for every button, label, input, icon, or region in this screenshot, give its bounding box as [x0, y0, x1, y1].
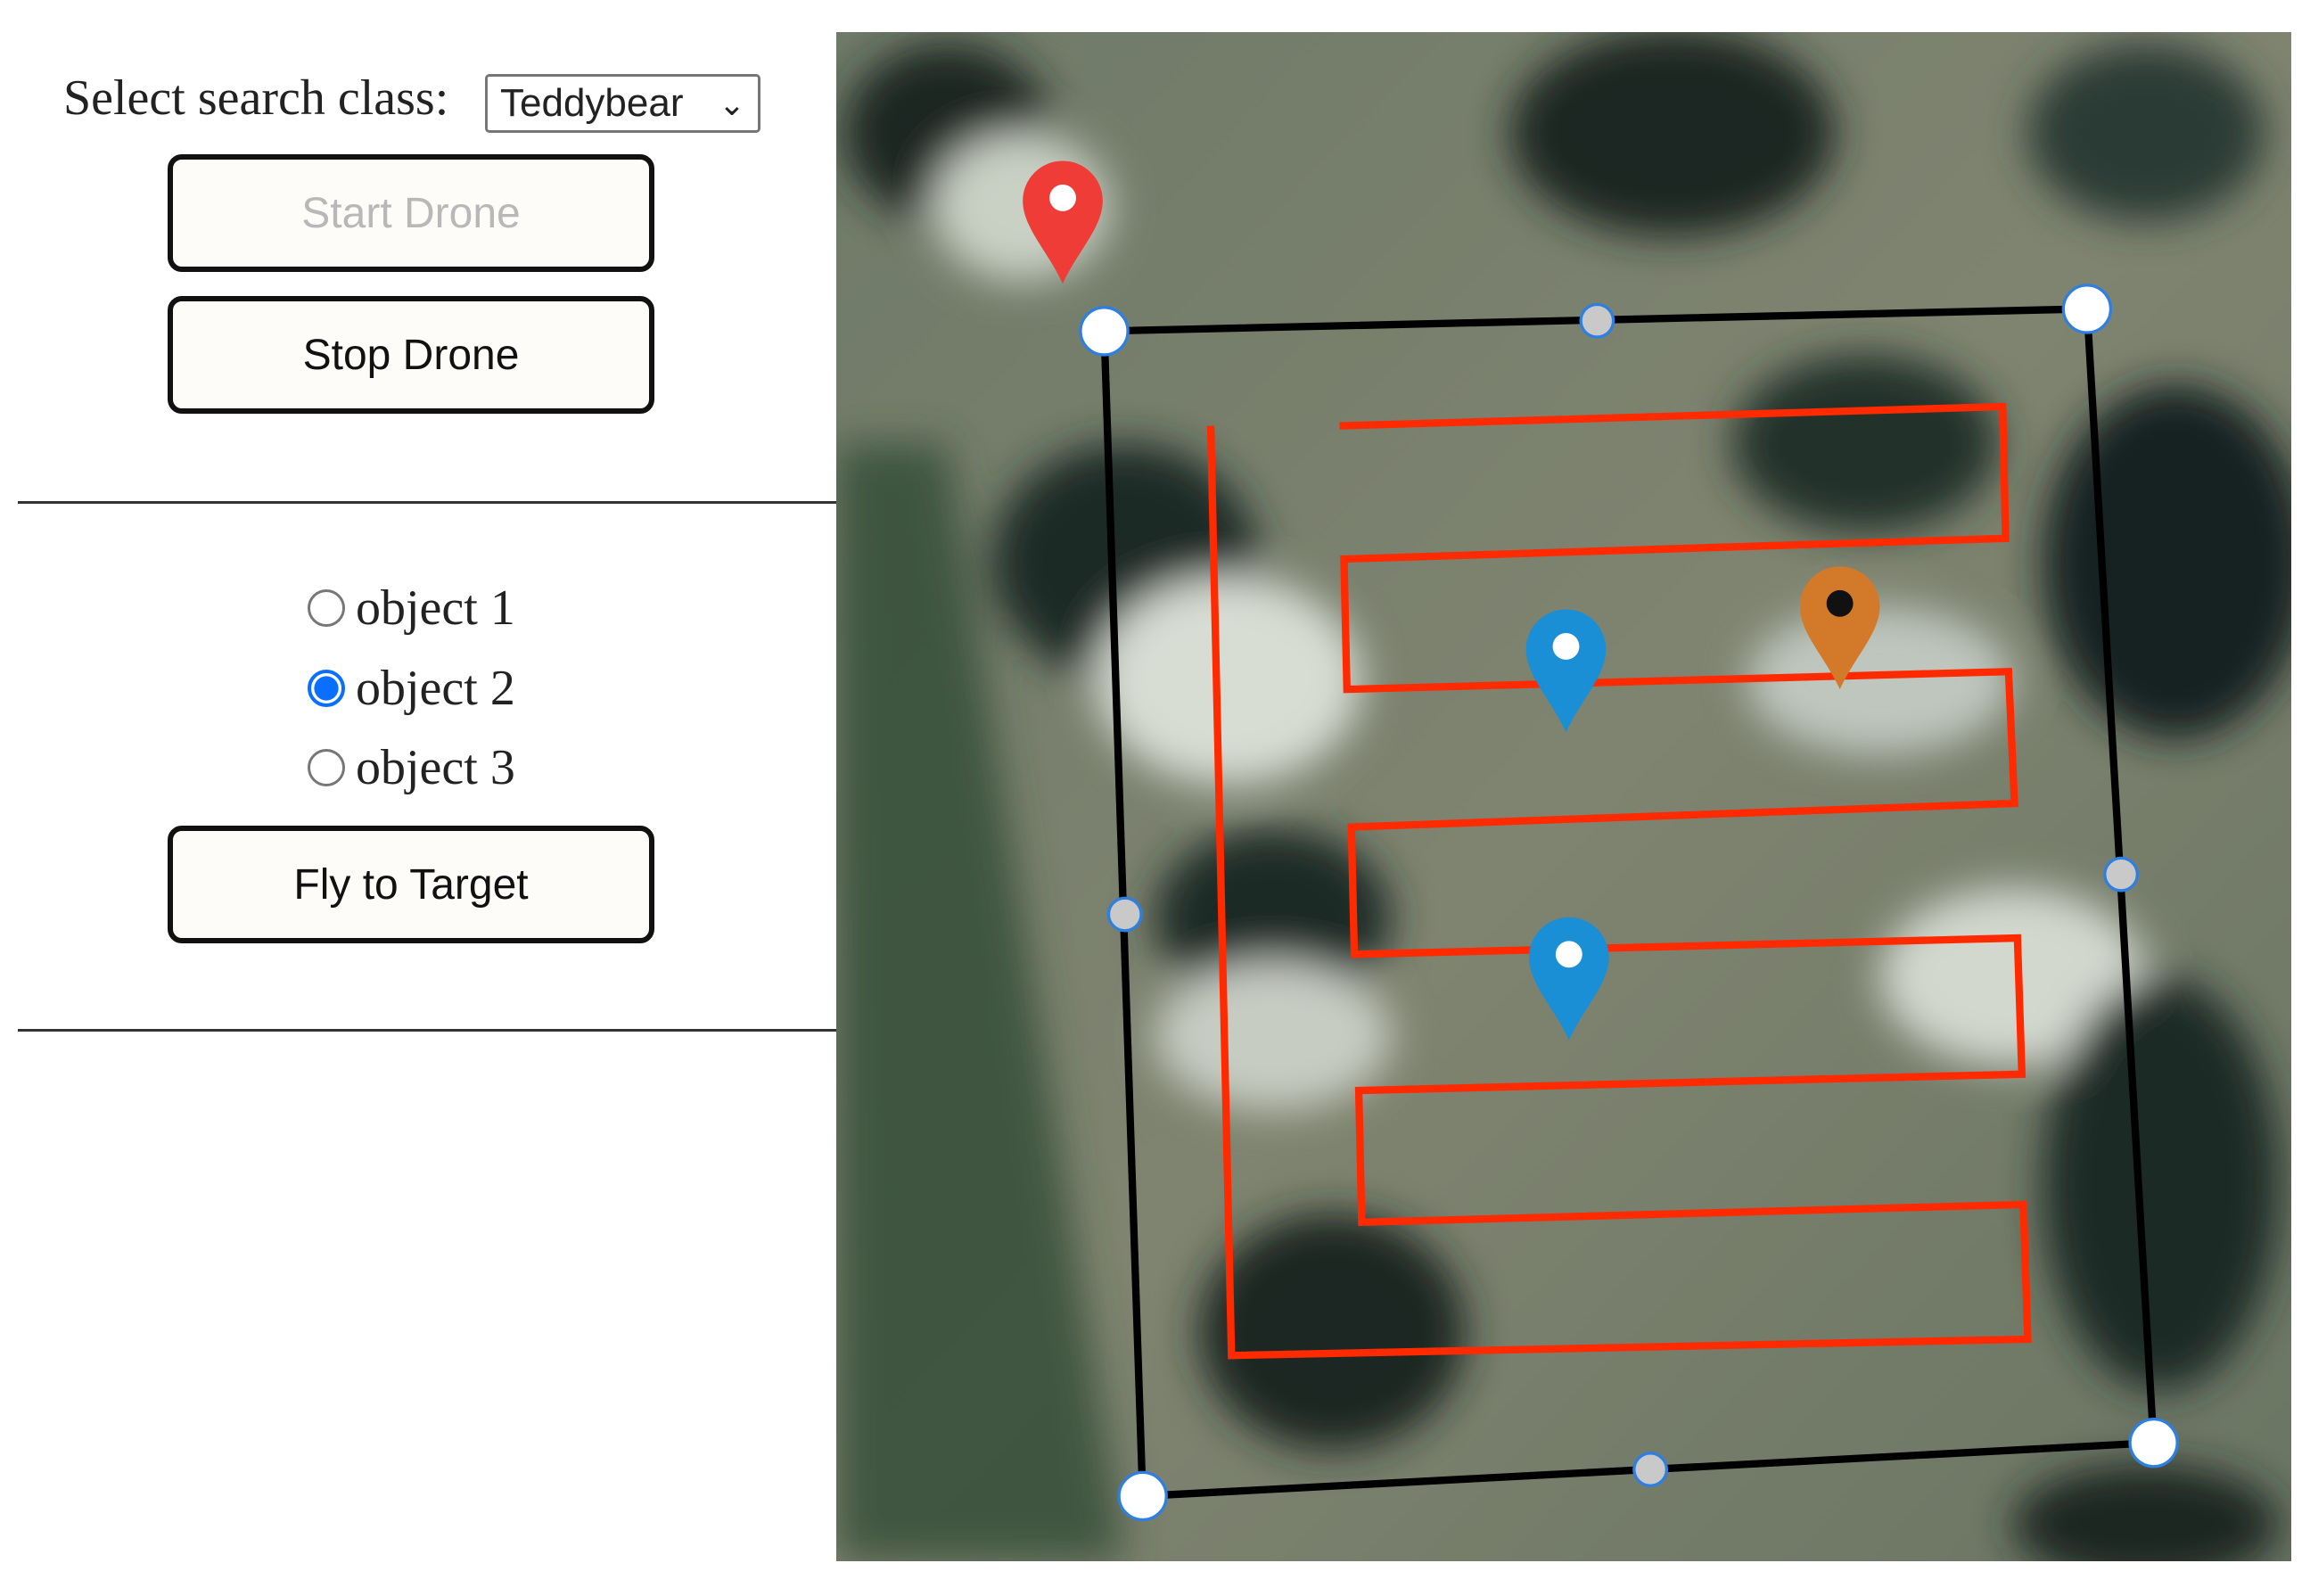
radio-label: object 3 — [356, 740, 515, 795]
vertex-handle[interactable] — [2061, 284, 2113, 334]
search-class-value: Teddybear — [500, 81, 684, 125]
midpoint-handle[interactable] — [1632, 1452, 1669, 1487]
fly-to-target-button[interactable]: Fly to Target — [168, 826, 654, 943]
divider — [18, 501, 836, 504]
midpoint-handle[interactable] — [1106, 896, 1143, 933]
vertex-handle[interactable] — [1079, 306, 1130, 357]
radio-label: object 2 — [356, 661, 515, 716]
vertex-handle[interactable] — [1117, 1470, 1168, 1522]
radio-object-2[interactable]: object 2 — [308, 660, 515, 717]
divider — [18, 1029, 836, 1032]
vertex-handle[interactable] — [2128, 1417, 2179, 1468]
stop-drone-button[interactable]: Stop Drone — [168, 296, 654, 414]
satellite-map[interactable] — [836, 32, 2291, 1561]
midpoint-handle[interactable] — [2103, 856, 2139, 893]
radio-button-selected[interactable] — [308, 670, 345, 707]
start-drone-button[interactable]: Start Drone — [168, 154, 654, 272]
radio-button[interactable] — [308, 589, 345, 627]
radio-object-3[interactable]: object 3 — [308, 739, 515, 796]
search-class-select[interactable]: Teddybear ⌄ — [485, 74, 760, 133]
radio-object-1[interactable]: object 1 — [308, 580, 515, 637]
chevron-down-icon: ⌄ — [718, 86, 745, 122]
search-class-label: Select search class: — [63, 70, 449, 126]
midpoint-handle[interactable] — [1579, 302, 1615, 339]
radio-label: object 1 — [356, 580, 515, 636]
radio-button[interactable] — [308, 749, 345, 786]
